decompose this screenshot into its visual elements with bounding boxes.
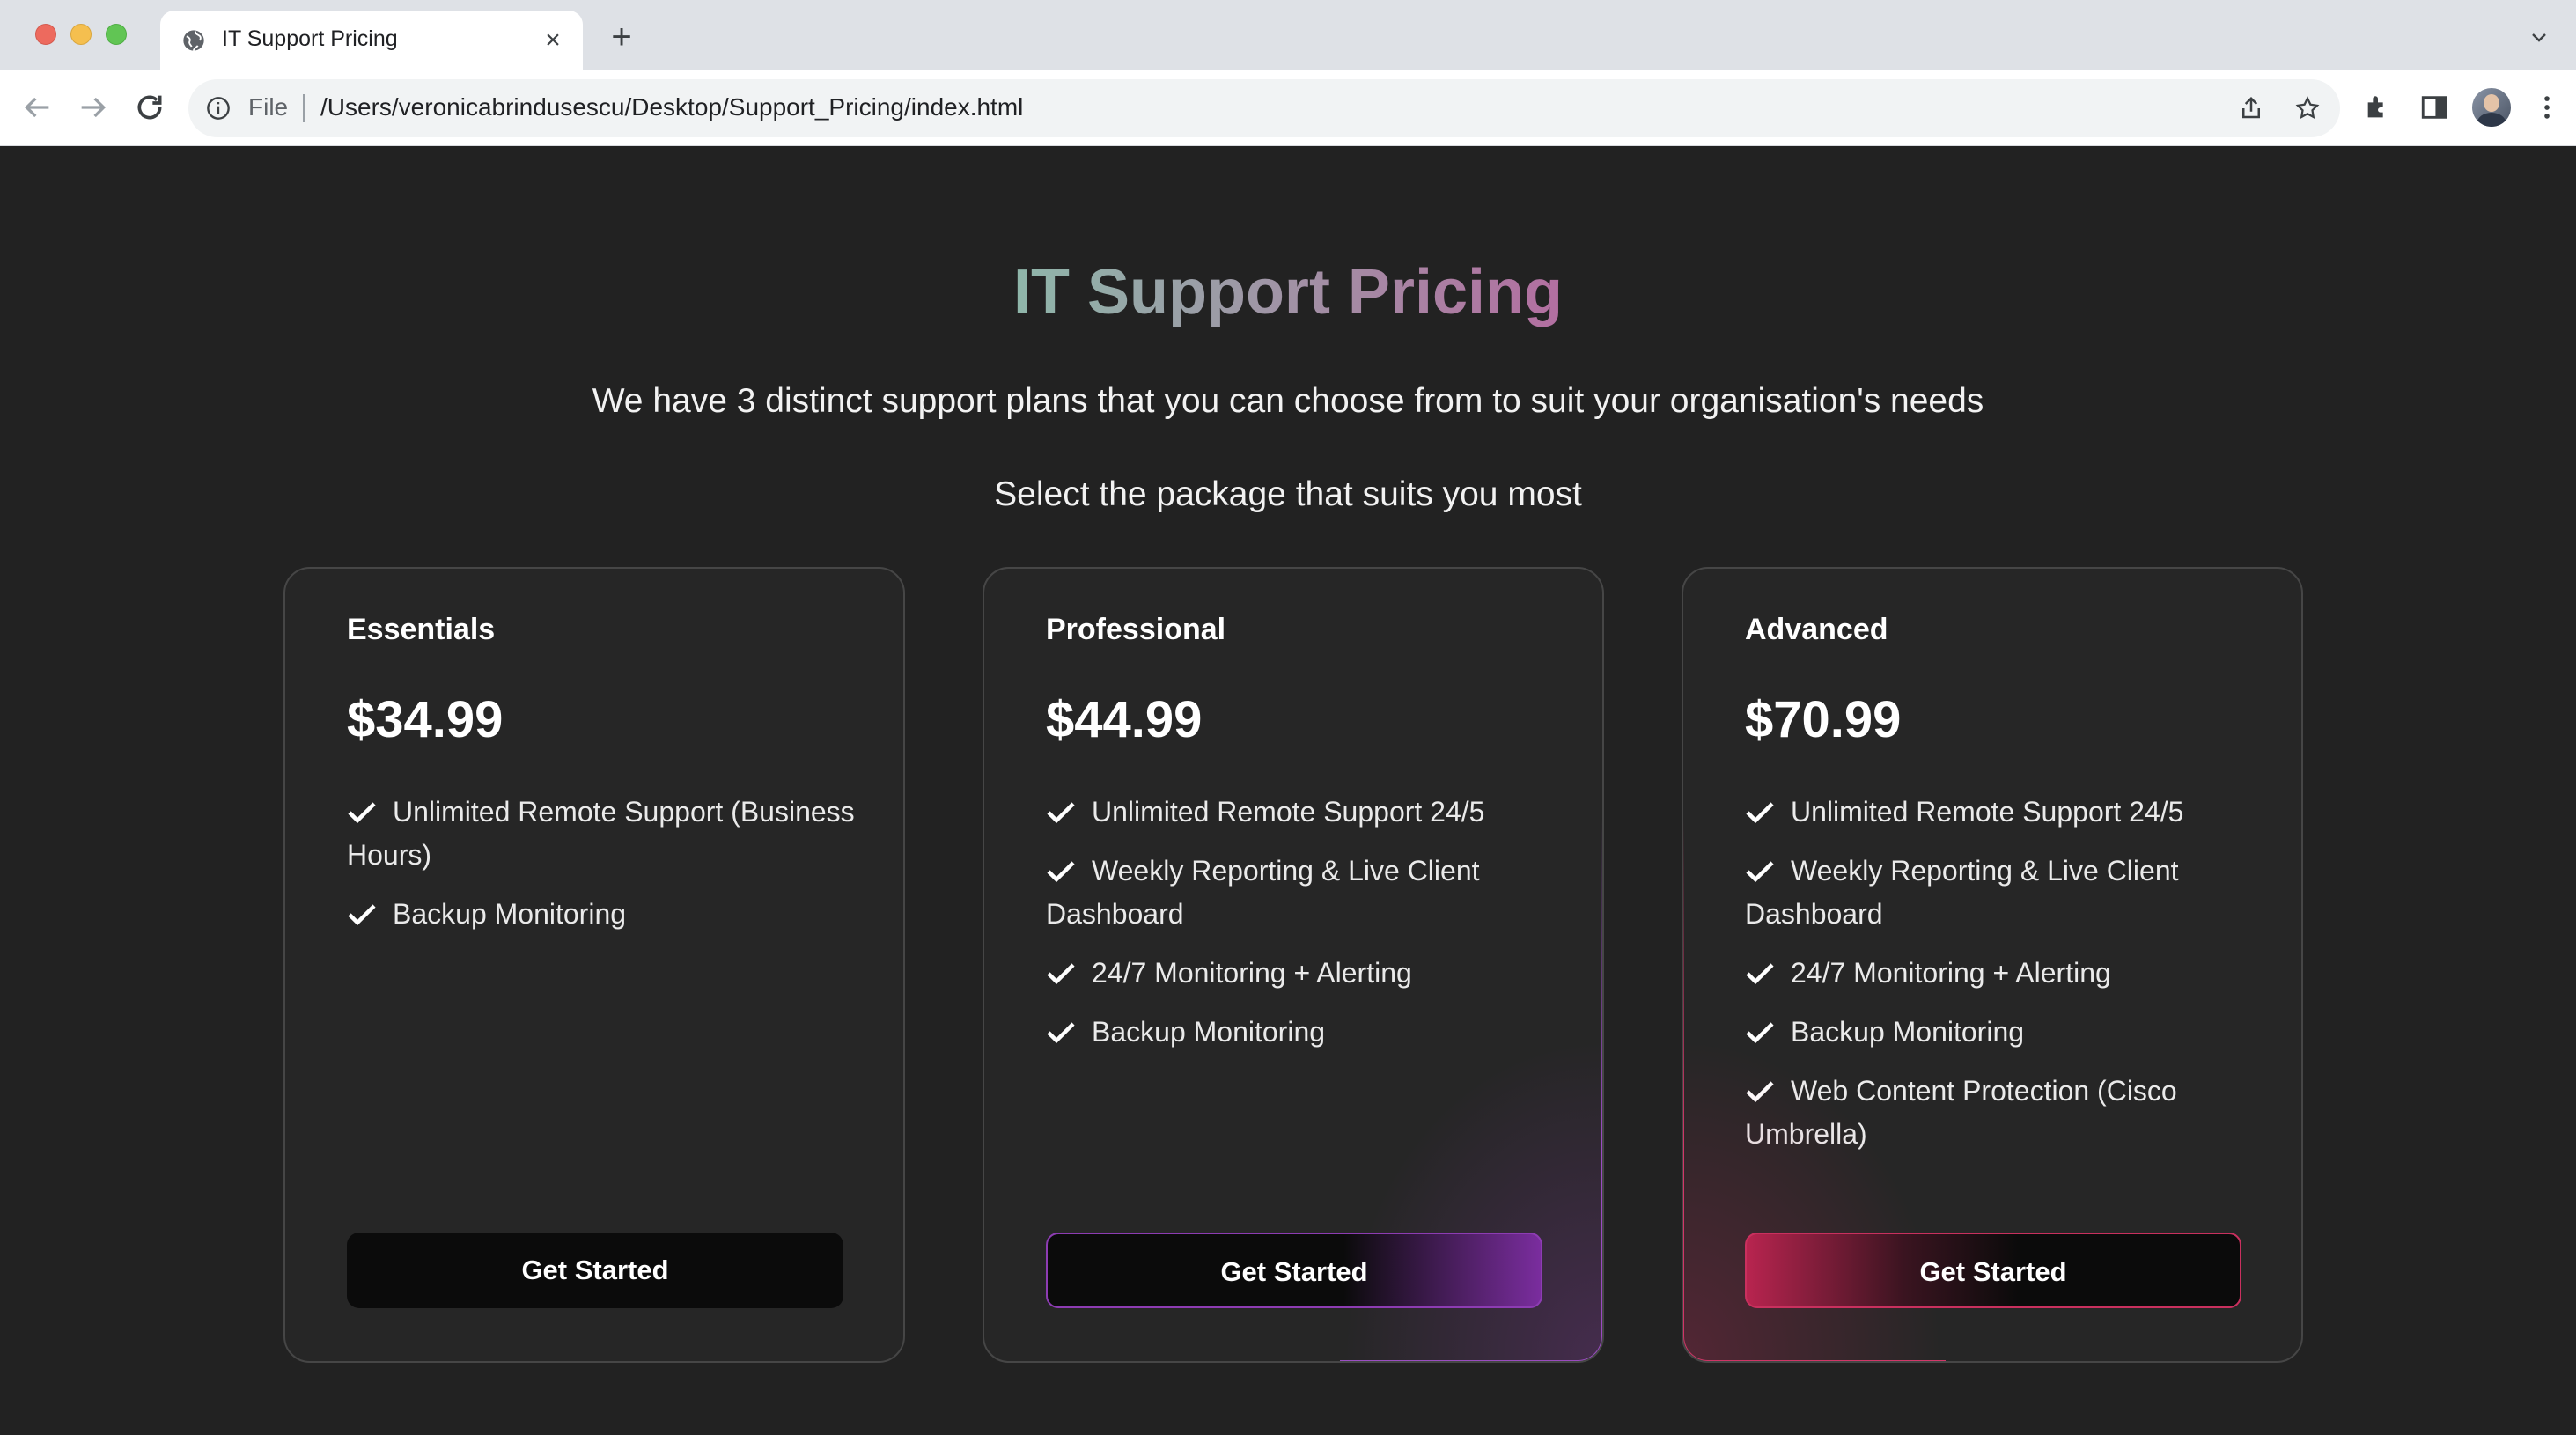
maximize-window-button[interactable] bbox=[106, 24, 127, 45]
get-started-button-essentials[interactable]: Get Started bbox=[347, 1233, 843, 1308]
globe-icon bbox=[183, 30, 204, 51]
feature-list: Unlimited Remote Support (Business Hours… bbox=[347, 791, 857, 952]
feature-text: Backup Monitoring bbox=[1791, 1016, 2025, 1048]
check-icon bbox=[348, 802, 376, 824]
plan-name: Essentials bbox=[347, 613, 496, 646]
share-icon[interactable] bbox=[2238, 95, 2264, 121]
back-arrow-icon[interactable] bbox=[19, 90, 55, 125]
check-icon bbox=[1047, 1022, 1075, 1044]
check-icon bbox=[1746, 1022, 1774, 1044]
feature-item: Weekly Reporting & Live Client Dashboard bbox=[1046, 850, 1557, 936]
browser-tab-bar: IT Support Pricing × + bbox=[0, 0, 2576, 70]
check-icon bbox=[1746, 802, 1774, 824]
get-started-button-professional[interactable]: Get Started bbox=[1046, 1233, 1542, 1308]
get-started-button-advanced[interactable]: Get Started bbox=[1745, 1233, 2241, 1308]
pricing-page: IT Support Pricing We have 3 distinct su… bbox=[0, 146, 2576, 1435]
feature-text: Unlimited Remote Support 24/5 bbox=[1791, 796, 2184, 828]
forward-arrow-icon[interactable] bbox=[76, 90, 111, 125]
browser-tab[interactable]: IT Support Pricing × bbox=[160, 11, 583, 70]
feature-text: Backup Monitoring bbox=[1092, 1016, 1326, 1048]
new-tab-button[interactable]: + bbox=[604, 19, 639, 55]
feature-text: Weekly Reporting & Live Client Dashboard bbox=[1046, 855, 1480, 930]
feature-list: Unlimited Remote Support 24/5 Weekly Rep… bbox=[1745, 791, 2256, 1172]
feature-item: 24/7 Monitoring + Alerting bbox=[1046, 952, 1557, 995]
feature-item: Unlimited Remote Support 24/5 bbox=[1745, 791, 2256, 834]
feature-item: Unlimited Remote Support 24/5 bbox=[1046, 791, 1557, 834]
feature-item: Weekly Reporting & Live Client Dashboard bbox=[1745, 850, 2256, 936]
check-icon bbox=[348, 904, 376, 926]
feature-text: Backup Monitoring bbox=[393, 898, 627, 930]
more-menu-icon[interactable] bbox=[2532, 92, 2562, 122]
address-divider bbox=[303, 94, 305, 122]
feature-text: 24/7 Monitoring + Alerting bbox=[1791, 957, 2111, 989]
plan-price: $44.99 bbox=[1046, 691, 1203, 748]
feature-item: Unlimited Remote Support (Business Hours… bbox=[347, 791, 857, 877]
feature-text: 24/7 Monitoring + Alerting bbox=[1092, 957, 1412, 989]
file-scheme-label: File bbox=[248, 93, 289, 121]
reload-icon[interactable] bbox=[132, 90, 167, 125]
page-title: IT Support Pricing bbox=[0, 250, 2576, 335]
feature-item: Web Content Protection (Cisco Umbrella) bbox=[1745, 1070, 2256, 1156]
feature-list: Unlimited Remote Support 24/5 Weekly Rep… bbox=[1046, 791, 1557, 1070]
bookmark-star-icon[interactable] bbox=[2294, 95, 2321, 121]
plan-price: $34.99 bbox=[347, 691, 504, 748]
feature-item: 24/7 Monitoring + Alerting bbox=[1745, 952, 2256, 995]
page-subtitle: We have 3 distinct support plans that yo… bbox=[592, 382, 1984, 420]
close-tab-icon[interactable]: × bbox=[537, 25, 569, 56]
plan-price: $70.99 bbox=[1745, 691, 1902, 748]
feature-text: Unlimited Remote Support 24/5 bbox=[1092, 796, 1485, 828]
feature-text: Web Content Protection (Cisco Umbrella) bbox=[1745, 1075, 2177, 1150]
plan-card-advanced: Advanced $70.99 Unlimited Remote Support… bbox=[1682, 567, 2303, 1363]
check-icon bbox=[1746, 963, 1774, 985]
extensions-puzzle-icon[interactable] bbox=[2363, 92, 2393, 122]
package-prompt: Select the package that suits you most bbox=[994, 475, 1582, 513]
check-icon bbox=[1047, 802, 1075, 824]
check-icon bbox=[1746, 861, 1774, 883]
browser-toolbar: File /Users/veronicabrindusescu/Desktop/… bbox=[0, 70, 2576, 146]
feature-text: Unlimited Remote Support (Business Hours… bbox=[347, 796, 855, 871]
url-text[interactable]: /Users/veronicabrindusescu/Desktop/Suppo… bbox=[320, 93, 1023, 121]
plan-card-professional: Professional $44.99 Unlimited Remote Sup… bbox=[983, 567, 1604, 1363]
feature-text: Weekly Reporting & Live Client Dashboard bbox=[1745, 855, 2179, 930]
feature-item: Backup Monitoring bbox=[1745, 1011, 2256, 1054]
feature-item: Backup Monitoring bbox=[1046, 1011, 1557, 1054]
feature-item: Backup Monitoring bbox=[347, 893, 857, 936]
chevron-down-icon[interactable] bbox=[2528, 26, 2550, 48]
plan-name: Professional bbox=[1046, 613, 1226, 646]
avatar-face bbox=[2484, 94, 2499, 112]
tab-title: IT Support Pricing bbox=[222, 26, 398, 51]
side-panel-icon[interactable] bbox=[2419, 92, 2449, 122]
info-icon[interactable] bbox=[206, 96, 231, 121]
avatar-shoulders bbox=[2477, 113, 2506, 127]
minimize-window-button[interactable] bbox=[70, 24, 92, 45]
close-window-button[interactable] bbox=[35, 24, 56, 45]
check-icon bbox=[1047, 861, 1075, 883]
address-bar[interactable]: File /Users/veronicabrindusescu/Desktop/… bbox=[188, 79, 2340, 137]
plan-card-essentials: Essentials $34.99 Unlimited Remote Suppo… bbox=[283, 567, 905, 1363]
check-icon bbox=[1746, 1081, 1774, 1103]
check-icon bbox=[1047, 963, 1075, 985]
plan-name: Advanced bbox=[1745, 613, 1888, 646]
profile-avatar[interactable] bbox=[2472, 88, 2511, 127]
